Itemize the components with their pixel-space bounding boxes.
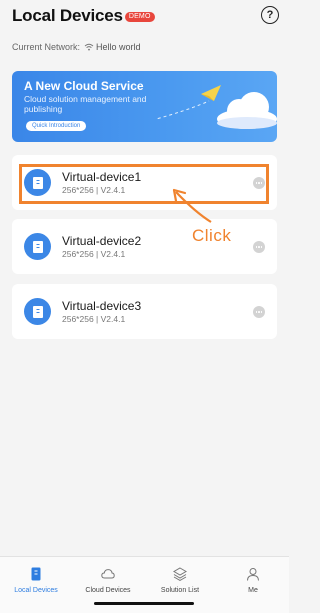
device-spec: 256*256 | V2.4.1: [62, 249, 126, 259]
device-card[interactable]: Virtual-device3 256*256 | V2.4.1: [12, 284, 277, 339]
quick-introduction-button[interactable]: Quick Introduction: [26, 121, 87, 131]
device-card[interactable]: Virtual-device2 256*256 | V2.4.1: [12, 219, 277, 274]
device-spec: 256*256 | V2.4.1: [62, 314, 126, 324]
cloud-service-banner[interactable]: A New Cloud Service Cloud solution manag…: [12, 71, 277, 142]
cloud-icon: [101, 569, 115, 579]
page-title: Local Devices: [12, 6, 123, 25]
cloud-illustration-icon: [157, 85, 277, 129]
device-icon: [24, 233, 51, 260]
header: Local Devices DEMO ?: [12, 6, 279, 28]
network-ssid: Hello world: [96, 42, 141, 52]
current-network: Current Network: Hello world: [12, 42, 141, 52]
network-label: Current Network:: [12, 42, 81, 52]
dot: [258, 311, 260, 313]
dot: [258, 246, 260, 248]
question-circle-icon: ?: [266, 9, 274, 21]
layers-icon: [173, 567, 187, 581]
more-options-button[interactable]: [253, 241, 265, 253]
app-screen: Local Devices DEMO ? Current Network: He…: [0, 0, 289, 613]
click-annotation-label: Click: [192, 226, 232, 245]
wifi-icon: [84, 43, 94, 51]
dot: [260, 246, 263, 248]
dot: [255, 311, 258, 313]
person-icon: [247, 568, 259, 581]
dot: [260, 311, 263, 313]
tab-label: Me: [248, 587, 258, 594]
device-name: Virtual-device2: [62, 234, 142, 248]
more-options-button[interactable]: [253, 306, 265, 318]
demo-badge: DEMO: [124, 12, 155, 22]
dot: [255, 246, 258, 248]
banner-subtitle: Cloud solution management and publishing: [24, 94, 147, 114]
title-row: Local Devices DEMO: [12, 6, 279, 26]
tab-label: Solution List: [160, 587, 200, 594]
tab-solution-list[interactable]: Solution List: [144, 567, 216, 594]
tab-cloud-devices[interactable]: Cloud Devices: [72, 567, 144, 594]
banner-title: A New Cloud Service: [24, 79, 144, 93]
click-highlight-box: [19, 164, 269, 204]
help-button[interactable]: ?: [261, 6, 279, 24]
device-icon: [24, 298, 51, 325]
tab-local-devices[interactable]: Local Devices: [0, 567, 72, 594]
home-indicator: [94, 602, 194, 605]
tab-me[interactable]: Me: [217, 567, 289, 594]
tab-label: Cloud Devices: [85, 587, 131, 594]
tab-label: Local Devices: [14, 587, 58, 594]
device-name: Virtual-device3: [62, 299, 142, 313]
device-icon: [31, 567, 41, 581]
